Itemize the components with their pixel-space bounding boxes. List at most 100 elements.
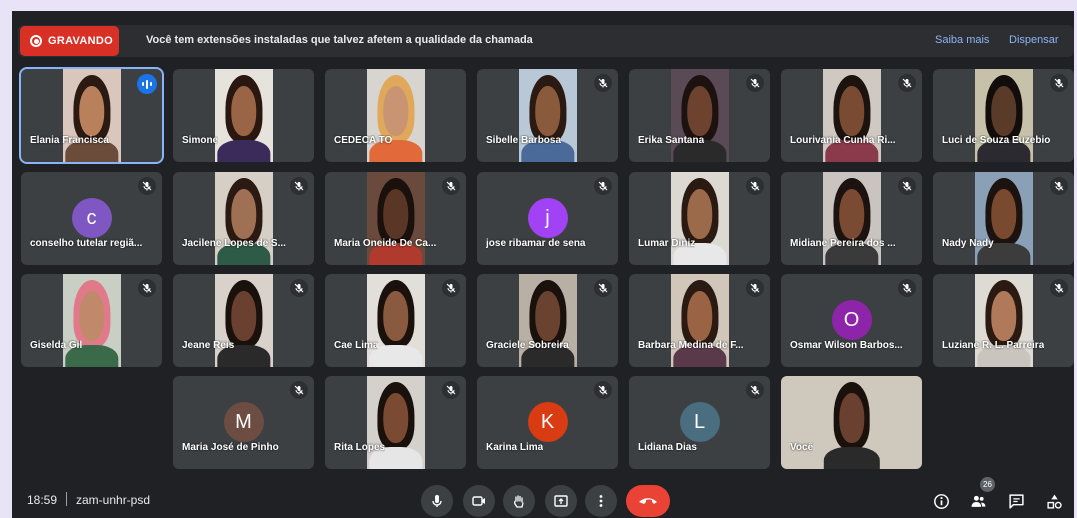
learn-more-link[interactable]: Saiba mais xyxy=(935,34,989,46)
participant-video xyxy=(670,274,729,367)
participant-name: Nady Nady xyxy=(942,238,994,249)
raise-hand-button[interactable] xyxy=(503,485,535,517)
participant-tile[interactable]: Midiane Pereira dos ... xyxy=(781,172,922,265)
mic-off-icon xyxy=(898,177,916,195)
video-figure-face xyxy=(78,85,105,136)
participant-video xyxy=(670,69,729,162)
more-vert-icon xyxy=(599,495,603,507)
participant-tile[interactable]: Simone xyxy=(173,69,314,162)
info-icon xyxy=(933,493,949,509)
participant-tile[interactable]: Giselda Gil xyxy=(21,274,162,367)
video-figure-face xyxy=(230,85,257,136)
chat-button[interactable] xyxy=(1006,491,1026,511)
participant-tile[interactable]: O Osmar Wilson Barbos... xyxy=(781,274,922,367)
microphone-button[interactable] xyxy=(421,485,453,517)
video-figure-face xyxy=(230,188,257,239)
participant-tile[interactable]: L Lidiana Dias xyxy=(629,376,770,469)
participant-video xyxy=(366,69,425,162)
participant-avatar: K xyxy=(527,402,568,442)
participant-avatar: M xyxy=(223,402,264,442)
video-figure-face xyxy=(382,392,409,443)
participant-tile[interactable]: Elania Francisca xyxy=(19,67,164,164)
participant-name: Graciele Sobreira xyxy=(486,340,569,351)
participant-tile[interactable]: Nady Nady xyxy=(933,172,1074,265)
camera-icon xyxy=(472,496,485,506)
participant-name: Você xyxy=(790,442,814,453)
participant-tile[interactable]: Luziane R. L. Parreira xyxy=(933,274,1074,367)
participant-video xyxy=(214,69,273,162)
participant-name: CEDECA TO xyxy=(334,135,393,146)
activities-button[interactable] xyxy=(1044,491,1064,511)
video-figure-face xyxy=(534,290,561,341)
participant-name: Barbara Medina de F... xyxy=(638,340,744,351)
participant-tile[interactable]: Maria Oneide De Ca... xyxy=(325,172,466,265)
participant-tile[interactable]: M Maria José de Pinho xyxy=(173,376,314,469)
mic-off-icon xyxy=(746,74,764,92)
participant-tile[interactable]: c conselho tutelar regiã... xyxy=(21,172,162,265)
participant-tile[interactable]: Barbara Medina de F... xyxy=(629,274,770,367)
participant-video xyxy=(62,69,121,162)
camera-button[interactable] xyxy=(463,485,495,517)
video-figure-face xyxy=(990,85,1017,136)
participant-tile[interactable]: Luci de Souza Euzebio xyxy=(933,69,1074,162)
participant-tile[interactable]: Lumar Diniz xyxy=(629,172,770,265)
mic-off-icon xyxy=(290,279,308,297)
video-figure-face xyxy=(382,85,409,136)
participant-name: Cae Lima xyxy=(334,340,379,351)
meeting-code: zam-unhr-psd xyxy=(76,493,151,507)
participant-tile[interactable]: Sibelle Barbosa xyxy=(477,69,618,162)
participant-tile[interactable]: Jacilene Lopes de S... xyxy=(173,172,314,265)
participant-tile[interactable]: Cae Lima xyxy=(325,274,466,367)
participant-video xyxy=(518,274,577,367)
mic-off-icon xyxy=(746,279,764,297)
recording-indicator: GRAVANDO xyxy=(20,26,119,56)
speaking-indicator-icon xyxy=(137,74,157,94)
participant-name: Luziane R. L. Parreira xyxy=(942,340,1045,351)
participant-tile[interactable]: Rita Lopes xyxy=(325,376,466,469)
video-figure-body xyxy=(216,139,271,162)
participant-tile[interactable]: Lourivania Cunha Ri... xyxy=(781,69,922,162)
participant-name: Lumar Diniz xyxy=(638,238,696,249)
participant-video xyxy=(974,172,1033,265)
mic-off-icon xyxy=(442,279,460,297)
participant-tile[interactable]: Você xyxy=(781,376,922,469)
participant-tile[interactable]: j jose ribamar de sena xyxy=(477,172,618,265)
participant-name: Karina Lima xyxy=(486,442,544,453)
participant-name: jose ribamar de sena xyxy=(486,238,586,249)
video-figure-face xyxy=(230,290,257,341)
mic-off-icon xyxy=(746,381,764,399)
participant-tile[interactable]: Jeane Reis xyxy=(173,274,314,367)
video-figure-face xyxy=(990,188,1017,239)
mic-off-icon xyxy=(594,279,612,297)
video-figure-face xyxy=(686,85,713,136)
more-options-button[interactable] xyxy=(585,485,617,517)
participant-video xyxy=(670,172,729,265)
participant-name: Maria Oneide De Ca... xyxy=(334,238,437,249)
participant-avatar: c xyxy=(71,198,112,238)
meeting-details-button[interactable] xyxy=(931,491,951,511)
participant-name: Giselda Gil xyxy=(30,340,83,351)
participant-tile[interactable]: Erika Santana xyxy=(629,69,770,162)
mic-off-icon xyxy=(594,74,612,92)
present-button[interactable] xyxy=(545,485,577,517)
participant-avatar: j xyxy=(527,198,568,238)
video-figure-face xyxy=(838,188,865,239)
dismiss-button[interactable]: Dispensar xyxy=(1009,34,1059,46)
participant-tile[interactable]: Graciele Sobreira xyxy=(477,274,618,367)
participant-tile[interactable]: K Karina Lima xyxy=(477,376,618,469)
participant-name: Lidiana Dias xyxy=(638,442,697,453)
video-figure-face xyxy=(534,85,561,136)
participant-name: Sibelle Barbosa xyxy=(486,135,562,146)
participant-tile[interactable]: CEDECA TO xyxy=(325,69,466,162)
mic-off-icon xyxy=(898,74,916,92)
participant-video xyxy=(214,274,273,367)
participant-name: Elania Francisca xyxy=(30,135,109,146)
video-figure-face xyxy=(382,290,409,341)
leave-call-button[interactable] xyxy=(626,485,670,517)
participant-video xyxy=(974,69,1033,162)
people-button[interactable] xyxy=(968,491,988,511)
participant-video xyxy=(822,172,881,265)
mic-off-icon xyxy=(442,381,460,399)
participant-name: Maria José de Pinho xyxy=(182,442,279,453)
participant-video xyxy=(518,69,577,162)
